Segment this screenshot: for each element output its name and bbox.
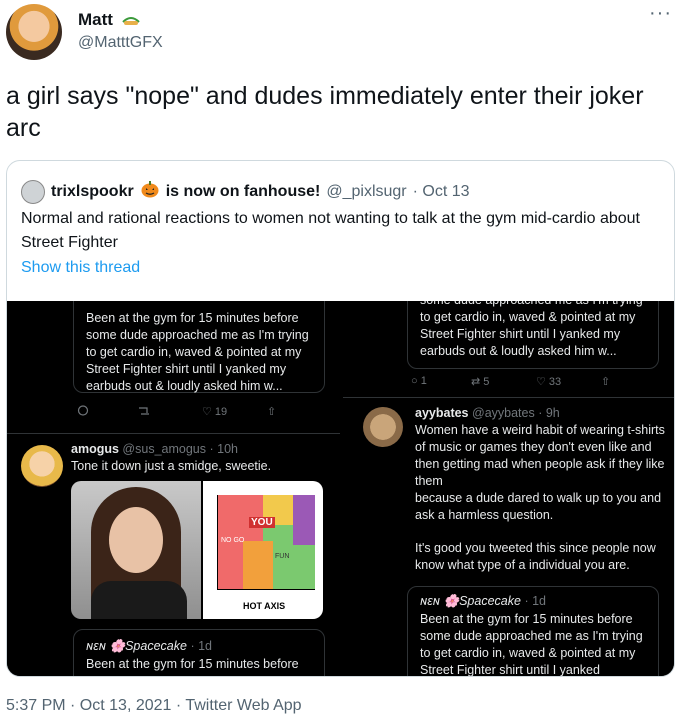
retweet-icon[interactable]: ⇄ 5 <box>471 375 536 388</box>
embedded-card-name[interactable]: ɴɛɴ 🌸Spacecake <box>420 594 521 608</box>
share-icon[interactable]: ⇧ <box>267 405 276 420</box>
ayybates-time[interactable]: · 9h <box>538 406 560 420</box>
author-avatar[interactable] <box>6 4 62 60</box>
reply-count: 1 <box>420 375 427 387</box>
more-options-icon[interactable]: ··· <box>649 2 672 25</box>
right-action-bar: ○ 1 ⇄ 5 ♡ 33 ⇧ <box>411 375 641 388</box>
ayybates-name[interactable]: ayybates <box>415 406 469 420</box>
like-count: 19 <box>214 406 228 418</box>
embedded-card-text: Been at the gym for 15 minutes before <box>86 657 299 671</box>
ayybates-header: ayybates @ayybates · 9h <box>415 405 665 422</box>
amogus-header: amogus @sus_amogus · 10h <box>71 441 331 458</box>
embedded-card-text: Been at the gym for 15 minutes before so… <box>420 612 643 676</box>
share-icon[interactable]: ⇧ <box>601 375 610 388</box>
quoted-handle[interactable]: @_pixlsugr <box>326 183 406 201</box>
ayybates-handle[interactable]: @ayybates <box>472 406 535 420</box>
ayybates-text: Women have a weird habit of wearing t-sh… <box>415 423 665 487</box>
hot-axis-label: HOT AXIS <box>243 601 286 611</box>
media-right-bottom-pane[interactable]: because a dude dared to walk up to you a… <box>343 490 674 676</box>
quoted-date[interactable]: · Oct 13 <box>413 183 470 201</box>
embedded-card-time[interactable]: · 1d <box>524 594 546 608</box>
embedded-card-header: ɴɛɴ 🌸Spacecake · 1d <box>420 593 648 610</box>
tweet-text: a girl says "nope" and dudes immediately… <box>6 82 644 142</box>
author-handle[interactable]: @MatttGFX <box>78 34 163 52</box>
media-right-top-pane[interactable]: some dude approached me as I'm trying to… <box>343 301 674 487</box>
left-action-bar: ♡ 19 ⇧ <box>77 405 307 420</box>
like-count: 33 <box>548 376 562 388</box>
selfie-photo[interactable] <box>71 481 201 619</box>
embedded-card-time[interactable]: · 1d <box>190 639 212 653</box>
reply-icon[interactable]: ○ 1 <box>411 375 471 388</box>
meme-chart-image[interactable]: YOU NO GO FUN HOT AXIS <box>203 481 323 619</box>
like-icon[interactable]: ♡ 33 <box>536 375 601 388</box>
like-icon[interactable]: ♡ 19 <box>202 405 267 420</box>
reply-text-2: It's good you tweeted this since people … <box>415 541 656 572</box>
author-name[interactable]: Matt <box>78 10 141 30</box>
show-thread-link[interactable]: Show this thread <box>21 259 140 277</box>
amogus-text: Tone it down just a smidge, sweetie. <box>71 459 272 473</box>
retweet-icon[interactable] <box>137 405 202 420</box>
reply-text-1: because a dude dared to walk up to you a… <box>415 491 662 522</box>
no-go-label: NO GO <box>221 537 245 544</box>
divider <box>7 433 340 434</box>
quoted-name-suffix: is now on fanhouse! <box>165 182 321 200</box>
quoted-text: Normal and rational reactions to women n… <box>21 210 640 251</box>
fun-label: FUN <box>275 553 290 560</box>
amogus-handle[interactable]: @sus_amogus <box>122 442 206 456</box>
emoji-icon <box>121 17 140 25</box>
embedded-card-left-top: Been at the gym for 15 minutes before so… <box>73 301 325 393</box>
embedded-card-right-bottom: ɴɛɴ 🌸Spacecake · 1d Been at the gym for … <box>407 586 659 676</box>
embedded-card-text: some dude approached me as I'm trying to… <box>420 301 643 358</box>
divider <box>343 397 674 398</box>
quoted-tweet-header: trixlspookr is now on fanhouse! @_pixlsu… <box>21 179 470 204</box>
media-left-pane[interactable]: Been at the gym for 15 minutes before so… <box>7 301 340 676</box>
you-label: YOU <box>249 517 275 528</box>
amogus-avatar[interactable] <box>21 445 63 487</box>
tweet-timestamp[interactable]: 5:37 PM · Oct 13, 2021 · Twitter Web App <box>6 697 302 715</box>
embedded-card-right-top: some dude approached me as I'm trying to… <box>407 301 659 369</box>
quoted-tweet[interactable]: trixlspookr is now on fanhouse! @_pixlsu… <box>6 160 675 677</box>
quoted-name[interactable]: trixlspookr <box>51 183 134 201</box>
pumpkin-icon <box>140 179 160 204</box>
author-name-text[interactable]: Matt <box>78 10 113 29</box>
reply-icon[interactable] <box>77 405 137 420</box>
embedded-card-left-bottom: ɴɛɴ 🌸Spacecake · 1d Been at the gym for … <box>73 629 325 676</box>
amogus-name[interactable]: amogus <box>71 442 119 456</box>
embedded-card-text: Been at the gym for 15 minutes before so… <box>86 311 309 393</box>
quoted-avatar[interactable] <box>21 179 45 204</box>
retweet-count: 5 <box>483 376 490 388</box>
quoted-media[interactable]: Been at the gym for 15 minutes before so… <box>7 301 674 676</box>
embedded-card-name[interactable]: ɴɛɴ 🌸Spacecake <box>86 639 187 653</box>
amogus-time[interactable]: · 10h <box>209 442 238 456</box>
embedded-card-header: ɴɛɴ 🌸Spacecake · 1d <box>86 638 314 655</box>
ayybates-avatar[interactable] <box>363 407 403 447</box>
